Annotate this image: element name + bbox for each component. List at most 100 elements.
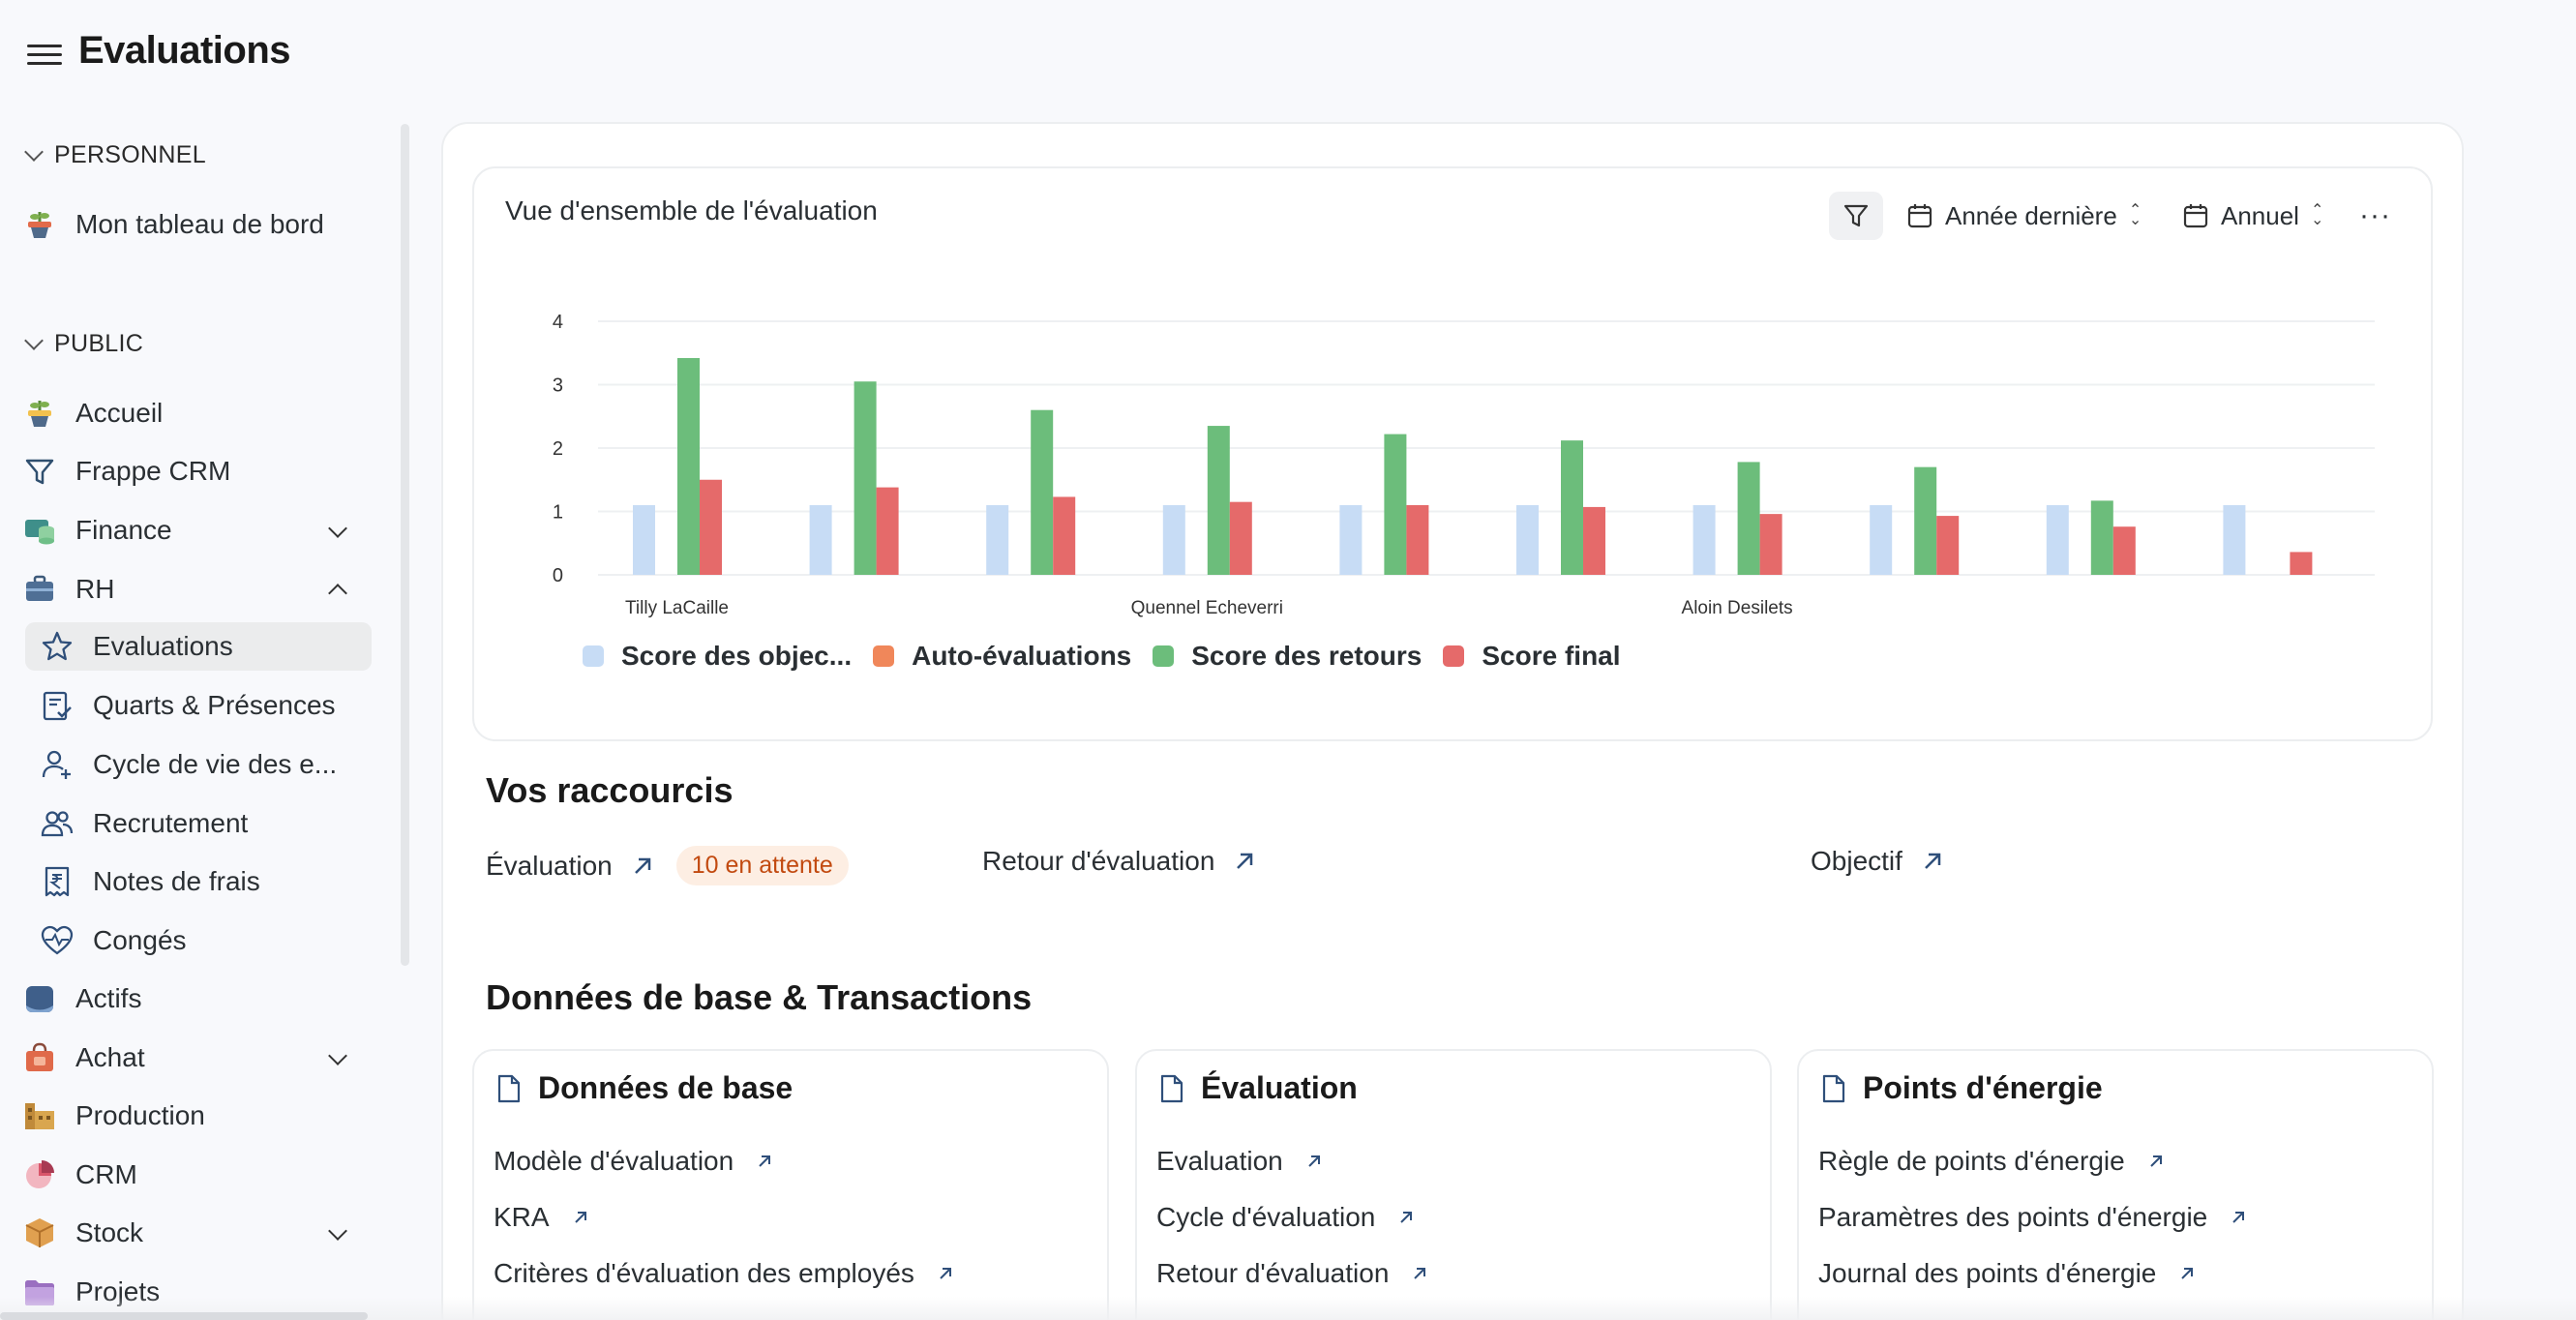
sidebar-item-quarts-presences[interactable]: Quarts & Présences: [25, 681, 372, 730]
finance-icon: [23, 514, 56, 547]
x-tick-label: Quennel Echeverri: [1131, 598, 1283, 618]
sidebar-item-label: Stock: [75, 1217, 144, 1247]
link-regle-points-energie[interactable]: Règle de points d'énergie: [1818, 1146, 2166, 1177]
link-retour-evaluation[interactable]: Retour d'évaluation: [1156, 1258, 1429, 1289]
user-plus-icon: [41, 748, 74, 781]
link-cycle-evaluation[interactable]: Cycle d'évaluation: [1156, 1202, 1416, 1233]
link-label: Cycle d'évaluation: [1156, 1202, 1376, 1232]
legend-item[interactable]: Auto-évaluations: [873, 641, 1131, 672]
shortcut-evaluation[interactable]: Évaluation 10 en attente: [486, 846, 849, 885]
arrow-up-right-icon: [1308, 1155, 1320, 1167]
legend-item[interactable]: Score final: [1443, 641, 1621, 672]
bar-4-2: [876, 487, 899, 575]
users-icon: [41, 807, 74, 840]
box-icon: [23, 1216, 56, 1249]
shortcut-label: Objectif: [1811, 846, 1902, 876]
bar-3-8: [1914, 466, 1937, 575]
chevron-down-icon[interactable]: [328, 1221, 347, 1241]
arrow-up-right-icon: [634, 857, 651, 874]
chevron-down-icon[interactable]: [328, 519, 347, 538]
y-tick-label: 1: [553, 502, 563, 524]
sidebar-item-label: Notes de frais: [93, 866, 260, 896]
chevron-down-icon: [24, 141, 44, 162]
legend-swatch: [583, 645, 604, 667]
sidebar-item-label: CRM: [75, 1159, 137, 1189]
arrow-up-right-icon: [1237, 853, 1253, 869]
y-tick-label: 0: [553, 565, 563, 586]
legend-swatch: [1443, 645, 1465, 667]
y-tick-label: 2: [553, 438, 563, 460]
legend-item[interactable]: Score des retours: [1153, 641, 1422, 672]
bar-4-8: [1936, 516, 1960, 575]
briefcase-icon: [23, 573, 56, 606]
sidebar-item-notes-de-frais[interactable]: Notes de frais: [25, 857, 372, 906]
sidebar-item-cycle-de-vie[interactable]: Cycle de vie des e...: [25, 740, 372, 789]
sidebar-item-actifs[interactable]: Actifs: [23, 975, 372, 1023]
masters-heading: Données de base & Transactions: [486, 977, 1033, 1017]
link-modele-evaluation[interactable]: Modèle d'évaluation: [494, 1146, 774, 1177]
card-donnees-de-base: Données de base Modèle d'évaluation KRA …: [472, 1049, 1109, 1320]
sidebar-item-label: Finance: [75, 515, 172, 545]
evaluation-bar-chart: 0 1 2 3 4 Tilly LaCaille Quennel Echeverri Aloi…: [553, 312, 2375, 618]
horizontal-scrollbar[interactable]: [0, 1312, 368, 1320]
sidebar-item-crm[interactable]: CRM: [23, 1151, 372, 1199]
arrow-up-right-icon: [1925, 853, 1941, 869]
bar-1-4: [1162, 504, 1185, 575]
sidebar-item-rh[interactable]: RH: [23, 565, 372, 614]
link-label: Critères d'évaluation des employés: [494, 1258, 914, 1288]
sidebar-item-finance[interactable]: Finance: [23, 506, 372, 555]
shortcut-objectif[interactable]: Objectif: [1811, 846, 1945, 877]
link-kra[interactable]: KRA: [494, 1202, 590, 1233]
bar-1-2: [809, 504, 832, 575]
sidebar-item-evaluations[interactable]: Evaluations: [25, 622, 372, 671]
sidebar-item-label: Evaluations: [93, 631, 233, 661]
clipboard-check-icon: [41, 689, 74, 722]
card-title: Points d'énergie: [1820, 1070, 2103, 1106]
bar-4-4: [1229, 501, 1252, 575]
chevron-down-icon: [24, 330, 44, 350]
sidebar-item-conges[interactable]: Congés: [25, 916, 372, 965]
arrow-up-right-icon: [759, 1155, 771, 1167]
bar-4-10: [2290, 552, 2313, 575]
bar-1-6: [1516, 504, 1539, 575]
link-label: Evaluation: [1156, 1146, 1283, 1176]
sidebar-item-label: Production: [75, 1100, 205, 1130]
sidebar-item-stock[interactable]: Stock: [23, 1209, 372, 1257]
funnel-icon: [23, 455, 56, 488]
bar-3-3: [1031, 409, 1054, 575]
bar-3-5: [1384, 434, 1407, 575]
section-public[interactable]: PUBLIC: [24, 330, 143, 358]
arrow-up-right-icon: [940, 1268, 951, 1279]
legend-item[interactable]: Score des objec...: [583, 641, 852, 672]
sidebar-item-label: Achat: [75, 1042, 145, 1072]
bar-1-9: [2046, 504, 2069, 575]
sidebar-scrollbar[interactable]: [401, 124, 409, 966]
menu-toggle-icon[interactable]: [27, 39, 62, 74]
document-icon: [1160, 1074, 1183, 1102]
arrow-up-right-icon: [2181, 1268, 2194, 1279]
legend-swatch: [873, 645, 895, 667]
link-journal-points-energie[interactable]: Journal des points d'énergie: [1818, 1258, 2197, 1289]
y-tick-label: 4: [553, 312, 563, 333]
chevron-down-icon[interactable]: [328, 1046, 347, 1065]
shortcut-retour-evaluation[interactable]: Retour d'évaluation: [982, 846, 1257, 877]
document-icon: [497, 1074, 521, 1102]
link-parametres-points-energie[interactable]: Paramètres des points d'énergie: [1818, 1202, 2248, 1233]
rupee-receipt-icon: [41, 865, 74, 898]
sidebar-item-recrutement[interactable]: Recrutement: [25, 799, 372, 848]
section-personnel[interactable]: PERSONNEL: [24, 141, 206, 169]
sidebar-item-production[interactable]: Production: [23, 1092, 372, 1140]
bar-4-6: [1583, 506, 1605, 575]
sidebar-item-frappe-crm[interactable]: Frappe CRM: [23, 447, 372, 495]
link-criteres-evaluation[interactable]: Critères d'évaluation des employés: [494, 1258, 955, 1289]
sidebar-item-achat[interactable]: Achat: [23, 1034, 372, 1082]
arrow-up-right-icon: [574, 1212, 586, 1223]
shortcuts-heading: Vos raccourcis: [486, 770, 734, 810]
sidebar-item-accueil[interactable]: Accueil: [23, 389, 372, 437]
sidebar-item-label: Congés: [93, 925, 187, 955]
sidebar-item-dashboard[interactable]: Mon tableau de bord: [23, 200, 372, 249]
link-evaluation[interactable]: Evaluation: [1156, 1146, 1324, 1177]
link-label: Modèle d'évaluation: [494, 1146, 734, 1176]
chevron-up-icon[interactable]: [328, 584, 347, 603]
x-tick-label: Tilly LaCaille: [625, 598, 729, 618]
